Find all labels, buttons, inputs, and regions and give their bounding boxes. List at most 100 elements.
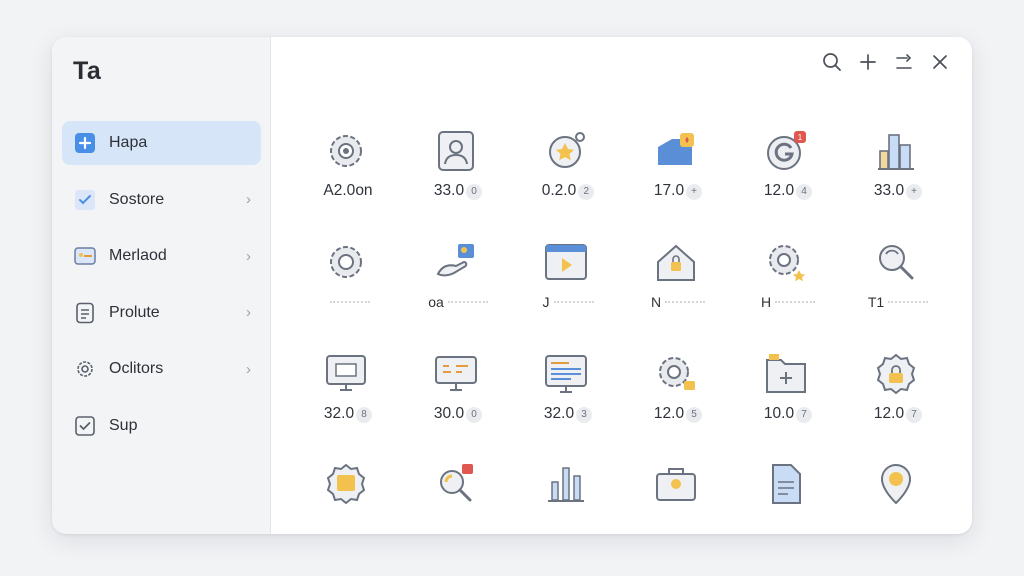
item-label: oa [428, 294, 444, 310]
grid-row: 32.0 8 30.0 0 32.0 3 12.0 5 10.0 7 12.0 … [293, 348, 972, 458]
grid-item[interactable] [403, 458, 513, 534]
grid-item[interactable]: 10.0 7 [733, 348, 843, 458]
checkbox-icon [74, 415, 96, 437]
main-content: A2.0on 33.0 0 0.2.0 2 17.0 + 1 12.0 4 33… [271, 37, 972, 534]
grid-item[interactable]: 30.0 0 [403, 348, 513, 458]
grid-item[interactable]: 12.0 7 [843, 348, 953, 458]
grid-item[interactable] [623, 458, 733, 534]
sidebar-item-label: Hapa [109, 134, 148, 151]
sidebar-item-sostore[interactable]: Sostore › [62, 178, 261, 222]
grid-item[interactable]: H [733, 236, 843, 348]
grid-item[interactable]: 33.0 + [843, 125, 953, 236]
placeholder-line [553, 301, 594, 303]
grid-item[interactable]: 32.0 8 [293, 348, 403, 458]
item-label: H [760, 294, 772, 310]
grid-item[interactable] [513, 458, 623, 534]
sort-button[interactable] [886, 53, 922, 75]
item-unit: + [686, 184, 703, 200]
location-pin-icon [873, 461, 919, 507]
grid-item[interactable] [293, 236, 403, 348]
item-label: N [650, 294, 662, 310]
search-button[interactable] [814, 52, 850, 77]
chevron-right-icon: › [246, 191, 251, 208]
item-value: 33.0 [873, 182, 905, 199]
document-icon [74, 302, 96, 324]
item-unit: 7 [796, 407, 813, 423]
grid-item[interactable]: oa [403, 236, 513, 348]
item-unit: 4 [796, 184, 813, 200]
placeholder-line [775, 301, 816, 303]
file-icon [763, 461, 809, 507]
grid-item[interactable]: 33.0 0 [403, 125, 513, 236]
grid-item[interactable]: 32.0 3 [513, 348, 623, 458]
item-value: 12.0 [763, 182, 795, 199]
item-value: 17.0 [653, 182, 685, 199]
close-icon [932, 54, 948, 75]
check-square-icon [74, 189, 96, 211]
grid-item[interactable]: 0.2.0 2 [513, 125, 623, 236]
search-alert-icon [433, 461, 479, 507]
add-button[interactable] [850, 53, 886, 75]
g-notification-icon: 1 [763, 128, 809, 174]
sidebar-item-label: Sup [109, 416, 138, 434]
placeholder-line [447, 301, 488, 303]
bar-buildings-icon [873, 128, 919, 174]
item-unit: 0 [466, 407, 483, 423]
item-unit: + [906, 184, 923, 200]
search-icon [822, 52, 842, 77]
sidebar: Ta Hapa Sostore › Merlaod › Prolute › Oc… [52, 37, 271, 534]
gear-lock-icon [873, 351, 919, 397]
item-value: A2.0 [323, 182, 356, 199]
gear-icon [323, 239, 369, 285]
grid-item[interactable]: 12.0 5 [623, 348, 733, 458]
home-lock-icon [653, 239, 699, 285]
search-refresh-icon [873, 239, 919, 285]
sidebar-item-hapa[interactable]: Hapa [62, 121, 261, 165]
app-title: Ta [73, 57, 102, 85]
grid-item[interactable] [293, 458, 403, 534]
monitor-code-icon [433, 351, 479, 397]
sidebar-item-label: Oclitors [109, 360, 164, 377]
grid-item[interactable]: 1 12.0 4 [733, 125, 843, 236]
sidebar-item-label: Merlaod [109, 247, 167, 264]
placeholder-line [665, 301, 706, 303]
grid-item[interactable]: A2.0on [293, 125, 403, 236]
hand-image-icon [433, 239, 479, 285]
close-button[interactable] [922, 53, 958, 75]
chevron-right-icon: › [246, 247, 251, 265]
toolbar [814, 52, 958, 77]
grid-item[interactable]: N [623, 236, 733, 348]
item-label: T1 [867, 294, 885, 310]
plus-square-icon [74, 132, 96, 154]
item-value: 10.0 [763, 405, 795, 422]
grid-item[interactable]: 17.0 + [623, 125, 733, 236]
sidebar-nav: Hapa Sostore › Merlaod › Prolute › Oclit… [62, 121, 261, 460]
sidebar-item-oclitors[interactable]: Oclitors › [62, 347, 261, 391]
grid-item[interactable]: J [513, 236, 623, 348]
sidebar-item-prolute[interactable]: Prolute › [62, 291, 261, 335]
item-value: 0.2.0 [541, 182, 577, 199]
placeholder-line [330, 301, 370, 303]
placeholder-line [888, 301, 929, 303]
item-unit: on [355, 182, 373, 199]
svg-text:1: 1 [798, 133, 803, 142]
grid-item[interactable] [733, 458, 843, 534]
folder-flame-icon [653, 128, 699, 174]
item-value: 12.0 [653, 405, 685, 422]
grid-row: A2.0on 33.0 0 0.2.0 2 17.0 + 1 12.0 4 33… [293, 125, 972, 236]
sidebar-item-merlaod[interactable]: Merlaod › [62, 234, 261, 278]
item-unit: 2 [578, 184, 595, 200]
plus-icon [859, 53, 877, 76]
sidebar-item-sup[interactable]: Sup [62, 404, 261, 448]
monitor-icon [323, 351, 369, 397]
item-unit: 0 [466, 184, 483, 200]
user-portrait-icon [433, 128, 479, 174]
gear-folder-icon [653, 351, 699, 397]
grid-item[interactable]: T1 [843, 236, 953, 348]
bar-chart-icon [543, 461, 589, 507]
grid-row: oa J N H T1 [293, 236, 972, 348]
gear-icon [74, 358, 96, 380]
grid-row [293, 458, 972, 534]
sidebar-item-label: Sostore [109, 190, 165, 208]
grid-item[interactable] [843, 458, 953, 534]
